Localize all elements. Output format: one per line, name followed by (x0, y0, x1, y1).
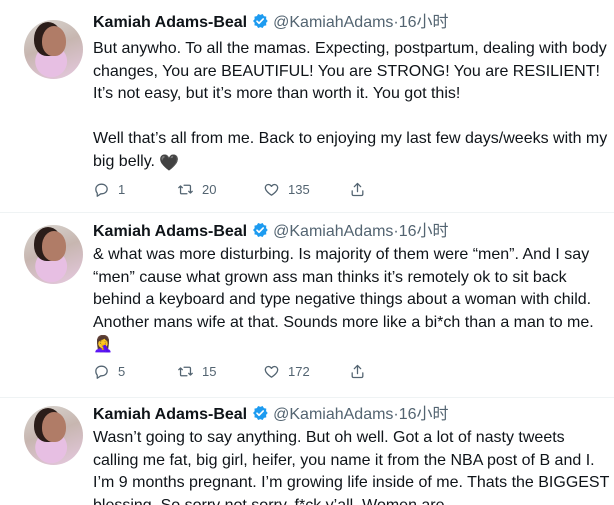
timestamp[interactable]: 16小时 (399, 14, 449, 31)
display-name[interactable]: Kamiah Adams-Beal (93, 14, 247, 31)
reply-button[interactable]: 1 (93, 181, 125, 198)
tweet-text: Wasn’t going to say anything. But oh wel… (93, 427, 613, 505)
like-count: 172 (288, 364, 310, 379)
tweet-header: Kamiah Adams-Beal @KamiahAdams·16小时 (93, 11, 449, 35)
retweet-count: 15 (202, 364, 217, 379)
tweet-1[interactable]: Kamiah Adams-Beal @KamiahAdams·16小时 But a… (0, 0, 614, 212)
retweet-icon (178, 184, 193, 195)
user-handle[interactable]: @KamiahAdams (273, 406, 393, 423)
share-icon (351, 364, 364, 379)
share-button[interactable] (349, 181, 366, 198)
reply-count: 5 (118, 364, 126, 379)
like-button[interactable]: 135 (263, 181, 310, 198)
reply-icon (95, 183, 108, 197)
tweet-text-content: & what was more disturbing. Is majority … (93, 246, 595, 331)
verified-badge-icon (253, 222, 268, 238)
facepalm-emoji: 🤦‍♀️ (93, 336, 113, 353)
timestamp[interactable]: 16小时 (399, 406, 449, 423)
like-count: 135 (288, 182, 310, 197)
avatar[interactable] (24, 406, 83, 465)
verified-badge-icon (253, 405, 268, 421)
retweet-icon (178, 366, 193, 377)
tweet-3[interactable]: Kamiah Adams-Beal @KamiahAdams·16小时 Wasn’… (0, 398, 614, 505)
avatar[interactable] (24, 225, 83, 284)
avatar[interactable] (24, 20, 83, 79)
retweet-count: 20 (202, 182, 217, 197)
tweet-header: Kamiah Adams-Beal @KamiahAdams·16小时 (93, 403, 449, 427)
tweet-text-content: Wasn’t going to say anything. But oh wel… (93, 429, 614, 505)
verified-badge-icon (253, 13, 268, 29)
reply-icon (95, 365, 108, 379)
like-button[interactable]: 172 (263, 363, 310, 380)
reply-count: 1 (118, 182, 126, 197)
share-button[interactable] (349, 363, 366, 380)
timestamp[interactable]: 16小时 (399, 223, 449, 240)
display-name[interactable]: Kamiah Adams-Beal (93, 223, 247, 240)
user-handle[interactable]: @KamiahAdams (273, 14, 393, 31)
tweet-2[interactable]: Kamiah Adams-Beal @KamiahAdams·16小时 & wha… (0, 213, 614, 397)
tweet-text: But anywho. To all the mamas. Expecting,… (93, 38, 613, 175)
reply-button[interactable]: 5 (93, 363, 125, 380)
tweet-header: Kamiah Adams-Beal @KamiahAdams·16小时 (93, 220, 449, 244)
retweet-button[interactable]: 20 (177, 181, 216, 198)
share-icon (351, 182, 364, 197)
user-handle[interactable]: @KamiahAdams (273, 223, 393, 240)
tweet-text: & what was more disturbing. Is majority … (93, 244, 613, 357)
like-icon (264, 365, 279, 378)
retweet-button[interactable]: 15 (177, 363, 216, 380)
like-icon (264, 183, 279, 196)
black-heart-emoji: 🖤 (159, 154, 180, 172)
display-name[interactable]: Kamiah Adams-Beal (93, 406, 247, 423)
tweet-text-content: But anywho. To all the mamas. Expecting,… (93, 40, 608, 170)
